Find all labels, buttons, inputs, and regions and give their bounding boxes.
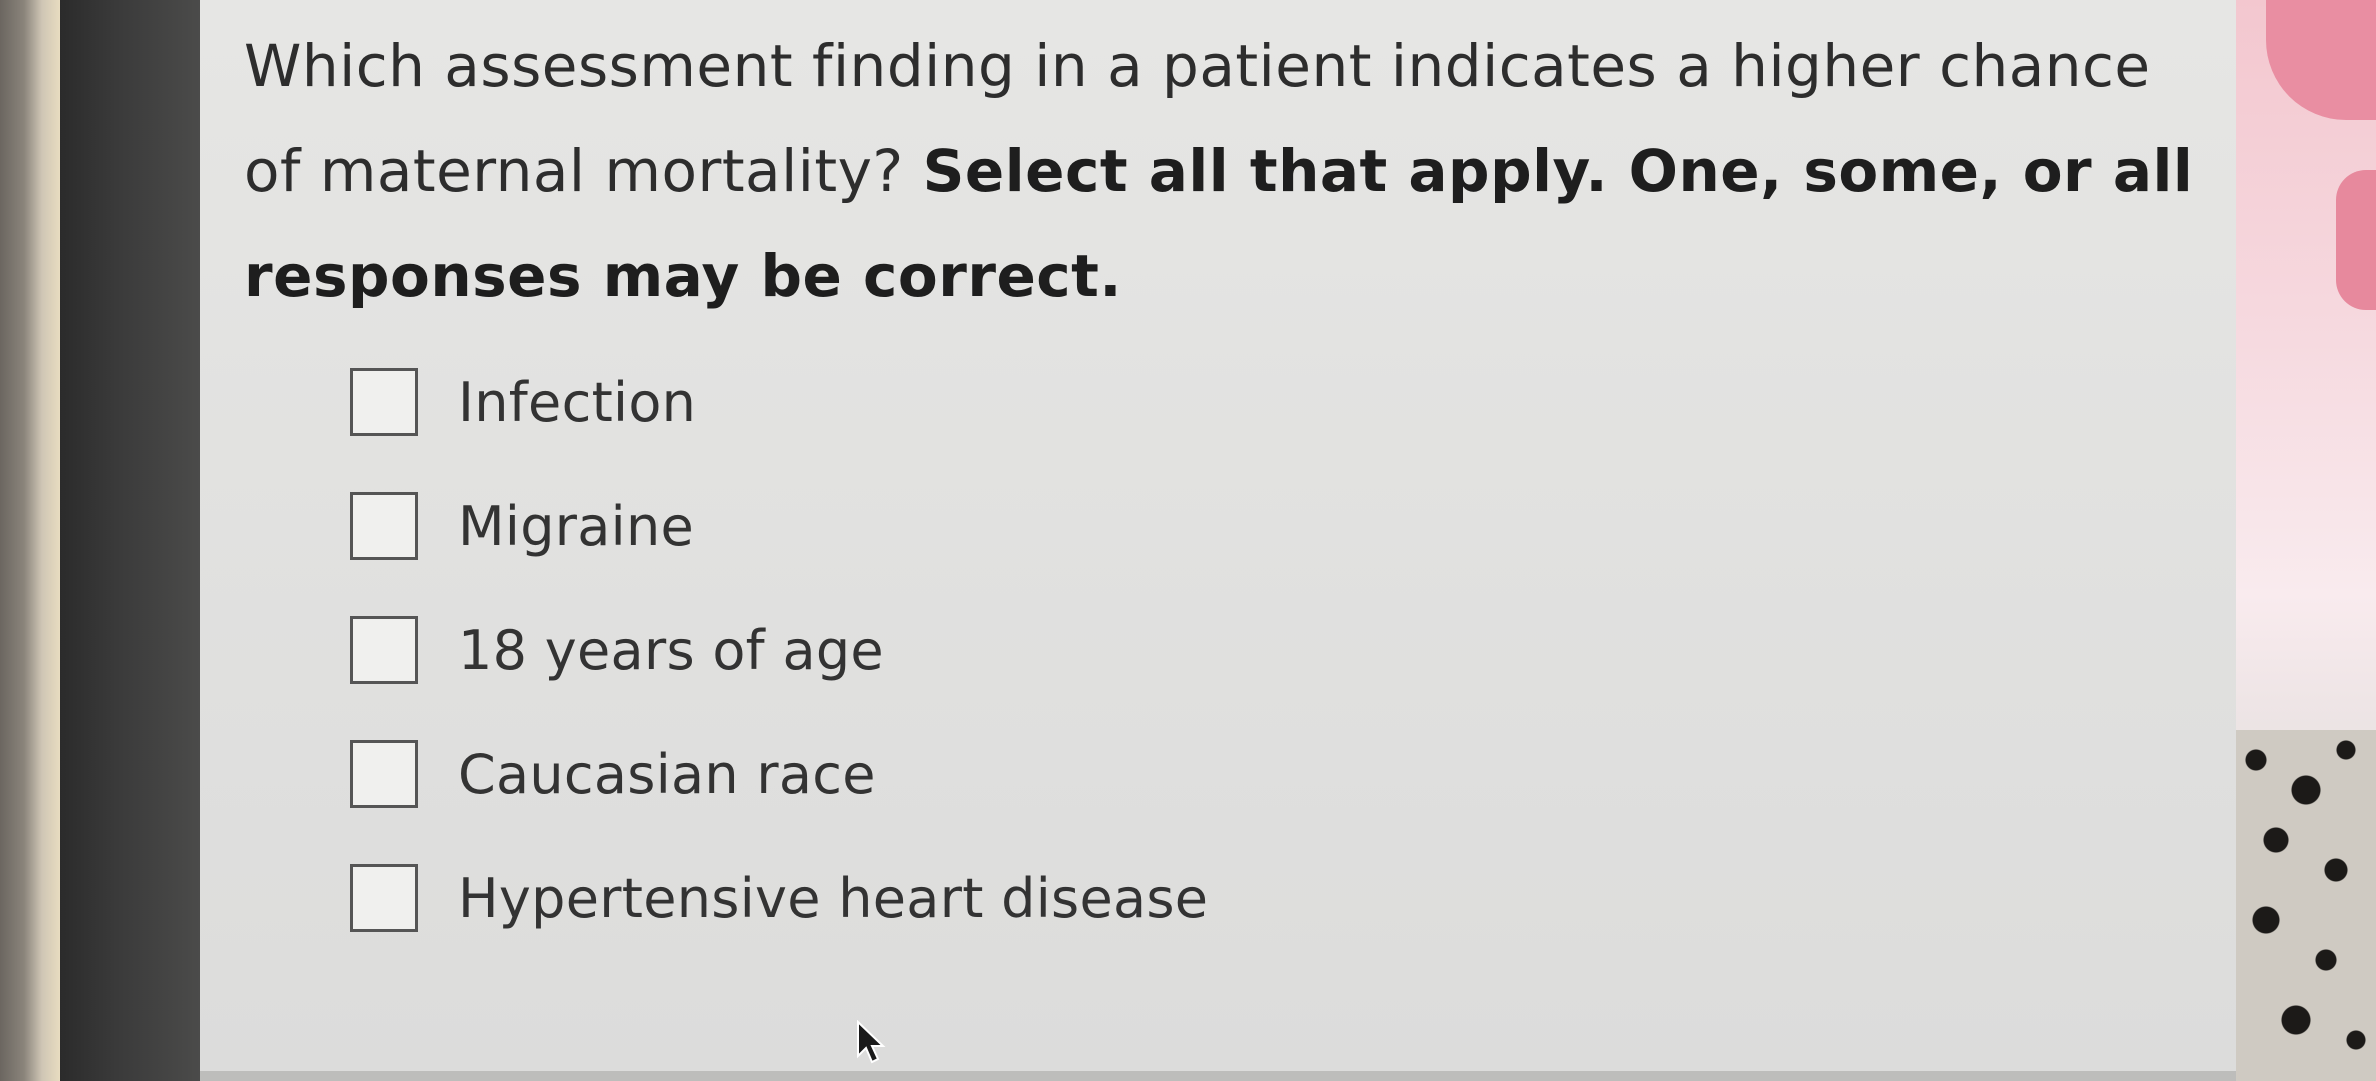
option-label: Hypertensive heart disease (458, 866, 1209, 930)
answer-option-migraine[interactable]: Migraine (350, 464, 1208, 588)
question-panel: Which assessment finding in a patient in… (200, 0, 2236, 1081)
checkbox-icon[interactable] (350, 740, 418, 808)
option-label: Migraine (458, 494, 695, 558)
answer-option-18-years-of-age[interactable]: 18 years of age (350, 588, 1208, 712)
answer-option-hypertensive-heart-disease[interactable]: Hypertensive heart disease (350, 836, 1208, 960)
answer-option-caucasian-race[interactable]: Caucasian race (350, 712, 1208, 836)
monitor-bezel-left (0, 0, 60, 1081)
checkbox-icon[interactable] (350, 864, 418, 932)
checkbox-icon[interactable] (350, 616, 418, 684)
answer-option-infection[interactable]: Infection (350, 340, 1208, 464)
photo-of-screen: Which assessment finding in a patient in… (0, 0, 2376, 1081)
checkbox-icon[interactable] (350, 492, 418, 560)
option-label: Caucasian race (458, 742, 876, 806)
option-label: 18 years of age (458, 618, 884, 682)
answer-options-list: Infection Migraine 18 years of age Cauca… (350, 340, 1208, 960)
leopard-pattern-decoration (2236, 730, 2376, 1081)
pink-decoration (2266, 0, 2376, 120)
checkbox-icon[interactable] (350, 368, 418, 436)
panel-bottom-divider (200, 1071, 2236, 1081)
pink-decoration (2336, 170, 2376, 310)
option-label: Infection (458, 370, 697, 434)
mouse-pointer-icon (857, 1020, 886, 1064)
question-text-block: Which assessment finding in a patient in… (244, 14, 2204, 329)
background-decoration-right (2236, 0, 2376, 1081)
screen-edge-left (60, 0, 200, 1081)
